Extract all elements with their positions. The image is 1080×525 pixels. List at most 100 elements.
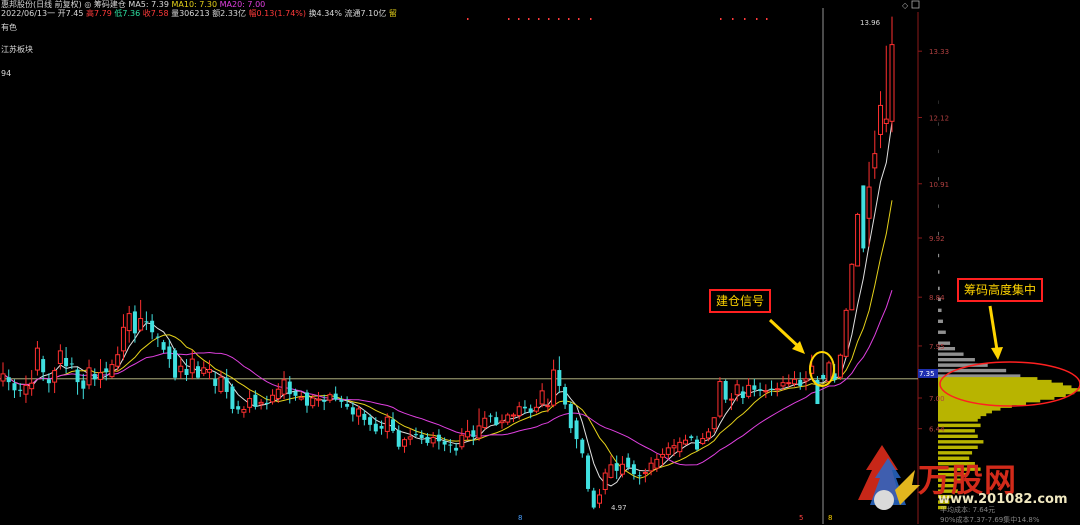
y-tick-label: 12.12 bbox=[929, 114, 949, 122]
candle-body bbox=[843, 309, 849, 357]
top-marker bbox=[756, 18, 758, 20]
bottom-marker-2: 5 bbox=[799, 514, 804, 522]
signal-arrow bbox=[768, 318, 805, 354]
top-marker bbox=[548, 18, 550, 20]
candle-body bbox=[614, 463, 619, 471]
amount-label: 额2.33亿 bbox=[212, 9, 246, 18]
candle-body bbox=[568, 404, 573, 429]
candle-body bbox=[150, 320, 155, 333]
candle-body bbox=[505, 414, 511, 423]
candle-body bbox=[206, 369, 212, 373]
candle-body bbox=[92, 373, 97, 380]
candle-body bbox=[401, 439, 407, 447]
candle-body bbox=[315, 398, 321, 401]
watermark-logo bbox=[858, 445, 920, 510]
date-open-label: 2022/06/13一 开7.45 bbox=[1, 9, 84, 18]
ma20-label: MA20: 7.00 bbox=[219, 0, 266, 9]
top-marker bbox=[568, 18, 570, 20]
stock-title[interactable]: 惠邦股份(日线 前复权) bbox=[1, 0, 82, 9]
top-marker bbox=[467, 18, 469, 20]
y-tick-label: 9.92 bbox=[929, 235, 945, 243]
candle-body bbox=[596, 494, 602, 504]
candle-body bbox=[293, 391, 298, 396]
concentration-callout: 筹码高度集中 bbox=[957, 278, 1044, 302]
top-marker bbox=[720, 18, 722, 20]
candle-body bbox=[275, 388, 281, 400]
candle-body bbox=[120, 326, 126, 352]
candle-body bbox=[476, 425, 482, 439]
candle-body bbox=[391, 419, 396, 431]
chip-distribution bbox=[938, 100, 1080, 510]
candle-body bbox=[384, 416, 390, 432]
top-marker bbox=[578, 18, 580, 20]
candle-body bbox=[849, 263, 855, 311]
candle-body bbox=[574, 420, 579, 440]
top-marker bbox=[518, 18, 520, 20]
candle-body bbox=[689, 436, 694, 438]
candle-body bbox=[471, 430, 476, 437]
top-marker bbox=[508, 18, 510, 20]
candle-body bbox=[322, 400, 327, 402]
candle-body bbox=[425, 436, 430, 443]
candle-body bbox=[563, 387, 568, 405]
chip-footer-1: 平均成本: 7.64元 bbox=[940, 506, 996, 514]
candle-body bbox=[46, 379, 51, 384]
close-label: 收7.58 bbox=[142, 9, 169, 18]
candle-body bbox=[677, 441, 683, 453]
candle-body bbox=[528, 408, 533, 413]
candle-body bbox=[586, 455, 591, 489]
candle-body bbox=[482, 417, 488, 429]
candle-body bbox=[883, 118, 889, 125]
candle-body bbox=[98, 372, 104, 380]
candle-body bbox=[878, 104, 884, 135]
ma5-label: MA5: 7.39 bbox=[128, 0, 169, 9]
candle-body bbox=[161, 342, 166, 350]
change-label: 幅0.13(1.74%) bbox=[248, 9, 307, 18]
candle-body bbox=[803, 378, 809, 382]
candle-body bbox=[178, 365, 184, 373]
candle-body bbox=[746, 384, 752, 397]
candle-body bbox=[694, 439, 699, 450]
candle-body bbox=[0, 373, 6, 382]
candle-body bbox=[448, 444, 453, 446]
candle-body bbox=[539, 390, 545, 405]
candle-body bbox=[700, 438, 706, 444]
candle-body bbox=[454, 447, 459, 451]
candle-body bbox=[889, 44, 895, 122]
tag-label: 留 bbox=[388, 9, 397, 18]
candle-body bbox=[734, 384, 740, 396]
sector-label-1: 有色 bbox=[1, 23, 17, 32]
candle-body bbox=[407, 436, 413, 440]
candle-body bbox=[86, 367, 92, 386]
candle-body bbox=[866, 186, 872, 219]
candle-body bbox=[104, 368, 109, 373]
candle-body bbox=[499, 420, 505, 424]
kline-chart[interactable]: 13.33 12.12 10.91 9.92 8.84 7.95 7.00 6.44 ◇ bbox=[0, 0, 1080, 524]
bottom-marker-3: 8 bbox=[828, 514, 833, 522]
candle-body bbox=[304, 392, 309, 406]
candle-body bbox=[224, 377, 229, 392]
candle-body bbox=[310, 397, 316, 407]
candle-body bbox=[442, 441, 447, 445]
volume-label: 量306213 bbox=[171, 9, 210, 18]
candle-body bbox=[287, 381, 292, 395]
candle-body bbox=[339, 399, 344, 402]
candle-body bbox=[654, 458, 660, 469]
candle-body bbox=[155, 336, 160, 338]
candle-body bbox=[109, 364, 115, 378]
signal-callout: 建仓信号 bbox=[709, 289, 772, 313]
code-label: 94 bbox=[1, 69, 12, 78]
candle-body bbox=[327, 394, 333, 401]
indicator-name[interactable]: 筹码建仓 bbox=[94, 0, 126, 9]
top-marker bbox=[732, 18, 734, 20]
diamond-icon[interactable]: ◇ bbox=[902, 1, 909, 10]
float-label: 流通7.10亿 bbox=[344, 9, 387, 18]
candle-body bbox=[660, 453, 666, 458]
candle-body bbox=[510, 414, 516, 417]
y-tick-label: 10.91 bbox=[929, 181, 949, 189]
current-price-tag: 7.35 bbox=[919, 370, 935, 378]
candle-body bbox=[57, 350, 63, 364]
top-marker bbox=[766, 18, 768, 20]
window-icon[interactable] bbox=[911, 0, 920, 9]
candle-body bbox=[436, 434, 441, 442]
